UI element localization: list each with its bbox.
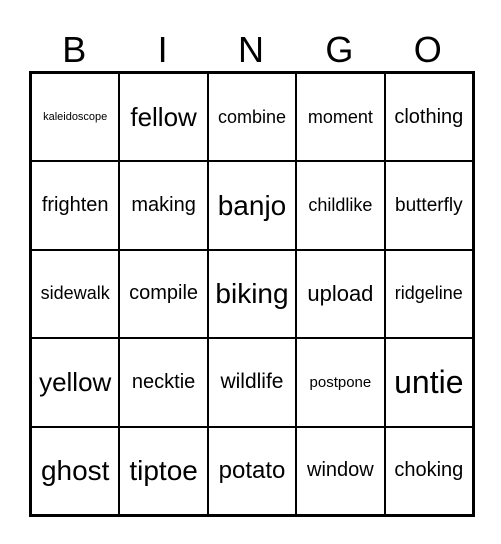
bingo-cell: clothing [384,73,473,162]
bingo-cell: compile [119,249,208,339]
bingo-cell: ghost [31,426,120,515]
bingo-cell: banjo [207,161,297,250]
bingo-cell: making [119,161,208,250]
bingo-cell: butterfly [384,161,473,250]
header-letter-i: I [157,29,168,70]
bingo-cell: upload [296,249,385,339]
header-letter-o: O [413,29,442,70]
bingo-cell: moment [296,73,385,162]
bingo-cell: sidewalk [31,249,120,339]
bingo-cell: kaleidoscope [31,73,120,162]
bingo-cell: ridgeline [384,249,473,339]
bingo-cell: potato [207,426,297,515]
bingo-cell: childlike [296,161,385,250]
bingo-cell: untie [384,338,473,427]
bingo-cell: postpone [296,338,385,427]
bingo-header: B I N G O [30,28,472,72]
bingo-cell: combine [207,73,297,162]
header-letter-g: G [325,29,354,70]
header-letter-n: N [237,29,264,70]
bingo-cell: necktie [119,338,208,427]
bingo-cell: yellow [31,338,120,427]
bingo-grid: kaleidoscope fellow combine moment cloth… [29,71,475,517]
bingo-cell: tiptoe [119,426,208,515]
bingo-cell: frighten [31,161,120,250]
bingo-cell: fellow [119,73,208,162]
bingo-cell: window [296,426,385,515]
bingo-cell: choking [384,426,473,515]
header-letter-b: B [62,29,87,70]
bingo-cell: wildlife [207,338,297,427]
bingo-cell: biking [207,249,297,339]
